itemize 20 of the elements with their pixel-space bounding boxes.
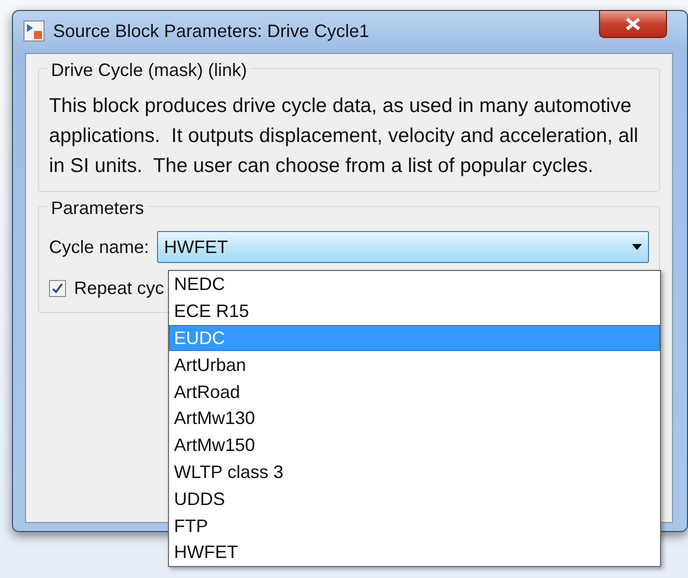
window-title: Source Block Parameters: Drive Cycle1 <box>53 20 370 43</box>
field-label: Cycle name: <box>49 236 150 259</box>
checkbox-label: Repeat cyc <box>74 277 164 300</box>
dropdown-option[interactable]: ArtUrban <box>169 351 660 378</box>
dropdown-option[interactable]: ArtRoad <box>169 378 660 405</box>
dropdown-option[interactable]: FTP <box>169 512 660 539</box>
close-button[interactable] <box>599 10 667 38</box>
checkbox[interactable] <box>49 280 66 297</box>
caret-icon <box>632 244 642 250</box>
dropdown-option[interactable]: NEDC <box>169 271 660 298</box>
dropdown-option[interactable]: ArtMw150 <box>169 432 660 459</box>
dropdown-option[interactable]: HWFET <box>169 538 660 566</box>
dropdown-option[interactable]: ECE R15 <box>169 298 660 325</box>
close-icon <box>624 17 642 31</box>
dropdown-option[interactable]: UDDS <box>169 485 660 512</box>
dropdown-option[interactable]: ArtMw130 <box>169 404 660 432</box>
description-text: This block produces drive cycle data, as used in many automotive applications. It outputs displacement, velocity and acceleration, all in SI units. The user can choose from a list of popular cycles. <box>49 94 640 179</box>
cycle-name-dropdown[interactable]: HWFET <box>157 231 649 263</box>
dropdown-option[interactable]: WLTP class 3 <box>169 458 660 486</box>
block-icon <box>23 20 45 42</box>
